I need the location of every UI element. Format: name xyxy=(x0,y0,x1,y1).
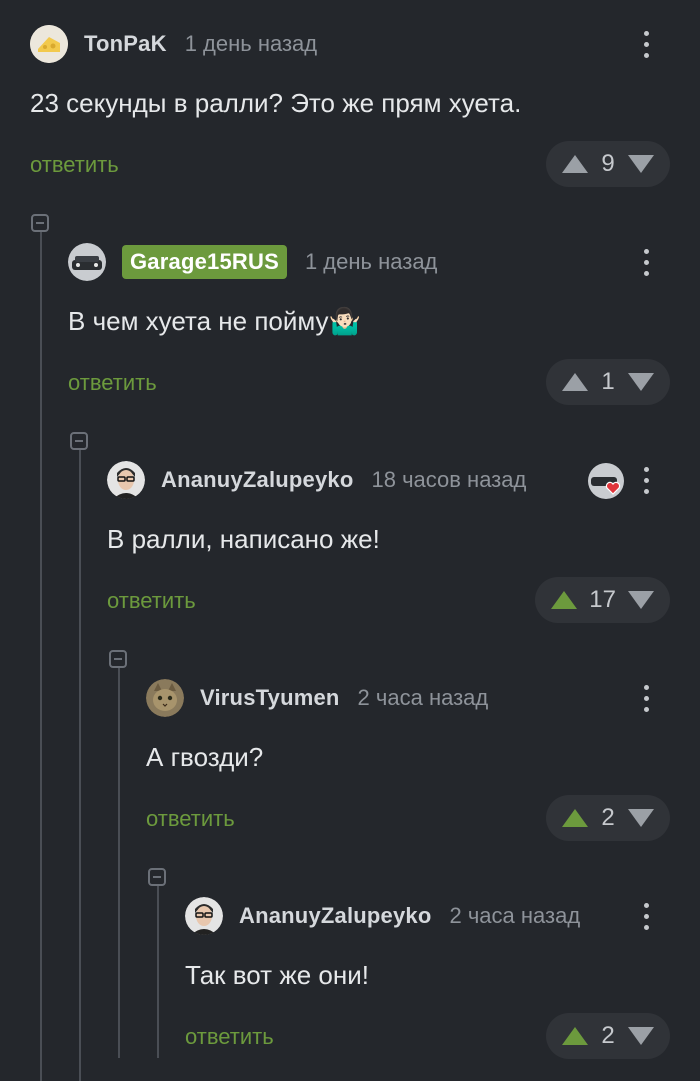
thread-line xyxy=(157,886,159,1058)
comment-time: 1 день назад xyxy=(304,249,438,274)
thread-line xyxy=(118,668,120,1058)
man-glasses-avatar-icon[interactable] xyxy=(107,461,145,499)
author-name[interactable]: Garage15RUS xyxy=(122,245,287,279)
collapse-thread-toggle[interactable] xyxy=(148,868,166,886)
reply-button[interactable]: ответить xyxy=(185,1024,274,1050)
author-name[interactable]: AnanuyZalupeyko xyxy=(239,903,431,929)
rating-count: 17 xyxy=(589,586,616,613)
comment-time: 2 часа назад xyxy=(449,903,581,928)
thread-line xyxy=(79,450,81,1081)
comment-time: 18 часов назад xyxy=(371,467,527,492)
vote-control: 1 xyxy=(546,359,670,405)
vote-control: 17 xyxy=(535,577,670,623)
rating-count: 2 xyxy=(601,804,615,831)
upvote-icon[interactable] xyxy=(562,373,588,391)
upvote-icon[interactable] xyxy=(562,809,588,827)
more-menu-icon[interactable] xyxy=(636,460,656,500)
liked-by-author-icon xyxy=(588,463,624,499)
more-menu-icon[interactable] xyxy=(636,678,656,718)
downvote-icon[interactable] xyxy=(628,591,654,609)
collapse-thread-toggle[interactable] xyxy=(70,432,88,450)
comment-time: 2 часа назад xyxy=(357,685,489,710)
thread-line xyxy=(40,232,42,1081)
vote-control: 2 xyxy=(546,1013,670,1059)
upvote-icon[interactable] xyxy=(562,155,588,173)
cat-avatar-icon[interactable] xyxy=(146,679,184,717)
comment-text: А гвозди? xyxy=(146,742,264,772)
rating-count: 9 xyxy=(601,150,615,177)
reply-button[interactable]: ответить xyxy=(146,806,235,832)
comment-time: 1 день назад xyxy=(184,31,318,56)
author-name[interactable]: TonPaK xyxy=(84,31,167,57)
rating-count: 1 xyxy=(601,368,615,395)
comment-text: В ралли, написано же! xyxy=(107,524,380,554)
collapse-thread-toggle[interactable] xyxy=(31,214,49,232)
downvote-icon[interactable] xyxy=(628,1027,654,1045)
cheese-avatar-icon[interactable] xyxy=(30,25,68,63)
upvote-icon[interactable] xyxy=(551,591,578,609)
downvote-icon[interactable] xyxy=(628,155,654,173)
more-menu-icon[interactable] xyxy=(636,242,656,282)
collapse-thread-toggle[interactable] xyxy=(109,650,127,668)
more-menu-icon[interactable] xyxy=(636,896,656,936)
comment-text: Так вот же они! xyxy=(185,960,369,990)
rating-count: 2 xyxy=(601,1022,615,1049)
downvote-icon[interactable] xyxy=(628,809,654,827)
vote-control: 2 xyxy=(546,795,670,841)
author-name[interactable]: VirusTyumen xyxy=(200,685,340,711)
comment-text: В чем хуета не пойму🤷🏻‍♂️ xyxy=(68,306,361,336)
man-glasses-avatar-icon[interactable] xyxy=(185,897,223,935)
reply-button[interactable]: ответить xyxy=(30,152,119,178)
comment-text: 23 секунды в ралли? Это же прям хуета. xyxy=(30,88,522,118)
reply-button[interactable]: ответить xyxy=(68,370,157,396)
vote-control: 9 xyxy=(546,141,670,187)
upvote-icon[interactable] xyxy=(562,1027,588,1045)
author-name[interactable]: AnanuyZalupeyko xyxy=(161,467,353,493)
more-menu-icon[interactable] xyxy=(636,24,656,64)
reply-button[interactable]: ответить xyxy=(107,588,196,614)
downvote-icon[interactable] xyxy=(628,373,654,391)
car-avatar-icon[interactable] xyxy=(68,243,106,281)
